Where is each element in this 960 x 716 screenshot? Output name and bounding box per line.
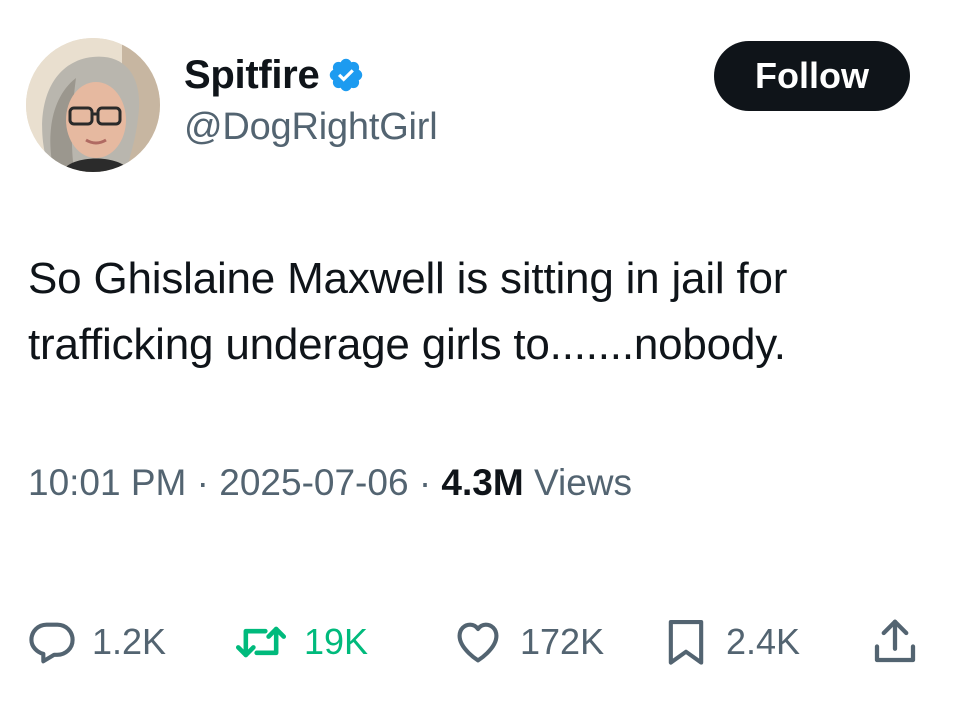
avatar-image (26, 38, 160, 172)
like-count: 172K (520, 621, 605, 662)
heart-icon (457, 622, 499, 663)
meta-separator: · (418, 462, 442, 503)
reply-count: 1.2K (92, 621, 167, 662)
retweet-count: 19K (304, 621, 369, 662)
share-button[interactable] (868, 610, 936, 674)
tweet-text-line-1: So Ghislaine Maxwell is sitting in jail … (28, 254, 788, 303)
tweet-text: So Ghislaine Maxwell is sitting in jail … (28, 246, 938, 378)
follow-button[interactable]: Follow (714, 41, 910, 111)
tweet-meta: 10:01 PM · 2025-07-06 · 4.3M Views (28, 462, 632, 504)
bookmark-button[interactable]: 2.4K (660, 610, 800, 674)
retweet-button[interactable]: 19K (232, 610, 368, 674)
display-name[interactable]: Spitfire (184, 53, 320, 98)
author-name-row[interactable]: Spitfire (184, 50, 365, 100)
tweet-time[interactable]: 10:01 PM (28, 462, 186, 503)
avatar[interactable] (26, 38, 160, 172)
reply-icon (29, 622, 75, 664)
retweet-icon (235, 626, 287, 658)
tweet-text-line-2: trafficking underage girls to.......nobo… (28, 320, 786, 369)
tweet-date[interactable]: 2025-07-06 (219, 462, 408, 503)
bookmark-count: 2.4K (726, 621, 801, 662)
like-button[interactable]: 172K (450, 610, 604, 674)
views-count: 4.3M (441, 462, 524, 503)
reply-button[interactable]: 1.2K (26, 610, 166, 674)
author-handle[interactable]: @DogRightGirl (184, 106, 438, 149)
bookmark-icon (668, 620, 704, 665)
action-bar: 1.2K 19K 172K 2.4K (0, 610, 960, 674)
views-label: Views (533, 462, 632, 503)
meta-separator: · (196, 462, 220, 503)
verified-badge-icon (327, 56, 365, 94)
share-icon (874, 619, 916, 663)
